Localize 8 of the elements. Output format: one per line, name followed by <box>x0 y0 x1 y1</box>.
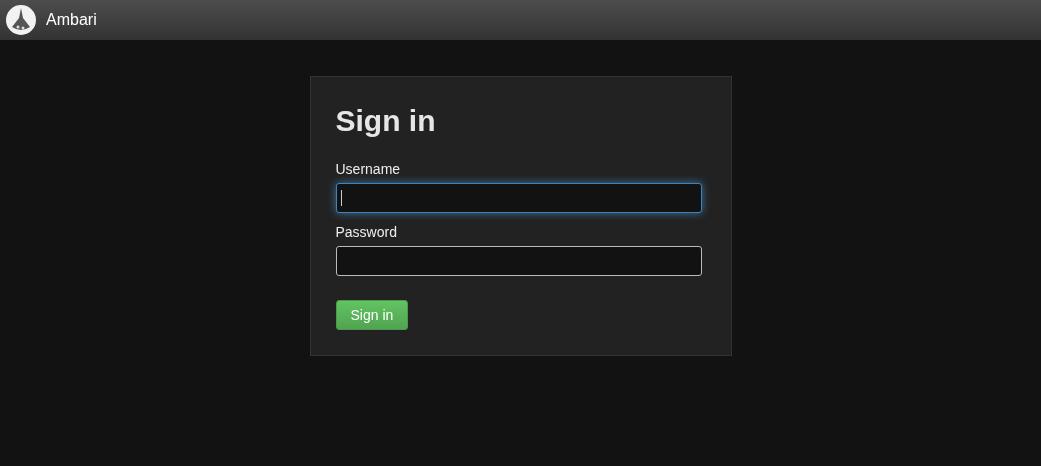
logo-icon <box>6 5 36 35</box>
brand-name[interactable]: Ambari <box>46 8 97 32</box>
field-label: Password <box>335 223 398 241</box>
field-label: Username <box>335 160 402 178</box>
text-cursor <box>340 190 342 206</box>
input-field[interactable] <box>335 246 702 276</box>
form-title: Sign in <box>335 103 437 139</box>
input-field[interactable] <box>335 183 702 213</box>
